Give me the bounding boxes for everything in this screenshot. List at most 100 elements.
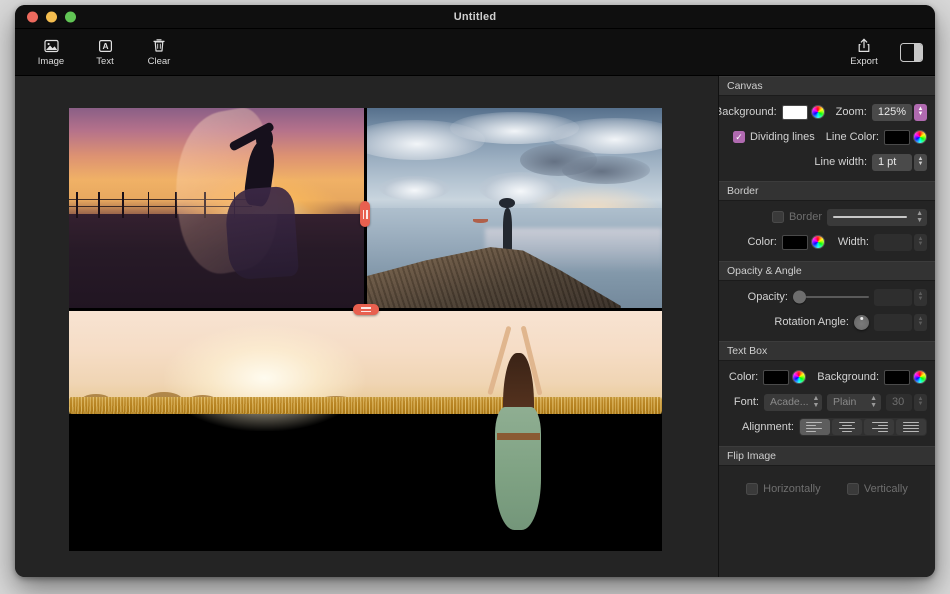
alignment-segmented-control [799, 418, 927, 436]
line-width-stepper-arrows[interactable]: ▲▼ [914, 154, 927, 171]
border-color-well[interactable] [782, 235, 825, 250]
canvas-section-header: Canvas [719, 76, 935, 96]
collage[interactable] [69, 108, 662, 551]
image-icon [44, 37, 59, 54]
font-size-stepper-arrows[interactable]: ▲▼ [914, 394, 927, 411]
flip-vertical-check-icon [847, 483, 859, 495]
window-title: Untitled [15, 11, 935, 23]
align-left-button[interactable] [800, 419, 830, 435]
background-color-well[interactable] [782, 105, 825, 120]
sunset-figure [222, 118, 299, 274]
text-button[interactable]: A Text [81, 35, 129, 69]
font-family-value: Acade... [770, 396, 809, 408]
font-row: Font: Acade... ▲▼ Plain ▲▼ 30 ▲▼ [727, 393, 927, 411]
font-style-popup[interactable]: Plain ▲▼ [827, 394, 881, 411]
opacity-angle-section-header: Opacity & Angle [719, 261, 935, 281]
text-color-wheel-icon[interactable] [792, 370, 806, 384]
window-body: Canvas Background: Zoom: 125% ▲▼ [15, 76, 935, 577]
border-style-popup[interactable]: ▲▼ [827, 209, 927, 226]
opacity-slider-knob[interactable] [793, 291, 806, 304]
border-width-stepper[interactable]: ▲▼ [874, 234, 927, 251]
background-color-swatch[interactable] [782, 105, 808, 120]
flip-vertical-label: Vertically [864, 483, 908, 495]
seascape-jetty-photo[interactable] [367, 108, 662, 308]
inspector-sidebar: Canvas Background: Zoom: 125% ▲▼ [718, 76, 935, 577]
align-justify-button[interactable] [896, 419, 926, 435]
flip-vertical-checkbox[interactable]: Vertically [847, 483, 908, 495]
canvas-area[interactable] [15, 76, 718, 577]
border-section-header: Border [719, 181, 935, 201]
border-check-icon [772, 211, 784, 223]
toolbar-right-group: Export [840, 35, 923, 69]
font-family-popup[interactable]: Acade... ▲▼ [764, 394, 822, 411]
dividing-lines-row: ✓ Dividing lines Line Color: [727, 128, 927, 146]
opacity-slider[interactable] [793, 290, 869, 304]
zoom-stepper[interactable]: 125% ▲▼ [872, 104, 927, 121]
text-button-label: Text [96, 56, 113, 67]
text-box-section-header: Text Box [719, 341, 935, 361]
image-button[interactable]: Image [27, 35, 75, 69]
align-center-button[interactable] [832, 419, 862, 435]
rotation-angle-stepper-arrows[interactable]: ▲▼ [914, 314, 927, 331]
line-width-label: Line width: [814, 156, 867, 168]
border-color-row: Color: Width: ▲▼ [727, 233, 927, 251]
canvas-background-row: Background: Zoom: 125% ▲▼ [727, 103, 927, 121]
border-color-wheel-icon[interactable] [811, 235, 825, 249]
text-color-swatch[interactable] [763, 370, 789, 385]
opacity-angle-section-body: Opacity: ▲▼ Rotation Angle: ▲ [719, 281, 935, 341]
align-right-button[interactable] [864, 419, 894, 435]
text-icon: A [98, 37, 113, 54]
toolbar-left-group: Image A Text [27, 35, 183, 69]
export-button[interactable]: Export [840, 35, 888, 69]
vertical-divider-handle[interactable] [360, 201, 370, 227]
rotation-angle-stepper[interactable]: ▲▼ [874, 314, 927, 331]
rotation-angle-row: Rotation Angle: ▲▼ [727, 313, 927, 331]
horizontal-divider-handle[interactable] [353, 304, 379, 315]
sidebar-toggle-icon[interactable] [900, 43, 923, 62]
text-background-swatch[interactable] [884, 370, 910, 385]
zoom-value[interactable]: 125% [872, 104, 912, 121]
sunset-artwork [69, 108, 364, 308]
line-color-well[interactable] [884, 130, 927, 145]
text-background-color-well[interactable] [884, 370, 927, 385]
line-color-wheel-icon[interactable] [913, 130, 927, 144]
rotation-angle-dial[interactable] [854, 315, 869, 330]
font-size-value[interactable]: 30 [886, 394, 912, 411]
color-wheel-icon[interactable] [811, 105, 825, 119]
opacity-value[interactable] [874, 289, 912, 306]
line-width-value[interactable]: 1 pt [872, 154, 912, 171]
flip-horizontal-checkbox[interactable]: Horizontally [746, 483, 820, 495]
trash-icon [152, 37, 166, 54]
border-checkbox[interactable]: Border [772, 211, 822, 223]
clear-button-label: Clear [148, 56, 171, 67]
wheat-field-photo[interactable] [69, 311, 662, 551]
title-bar: Untitled [15, 5, 935, 29]
border-color-label: Color: [747, 236, 776, 248]
text-background-wheel-icon[interactable] [913, 370, 927, 384]
zoom-stepper-arrows[interactable]: ▲▼ [914, 104, 927, 121]
flip-horizontal-check-icon [746, 483, 758, 495]
sunset-silhouette-photo[interactable] [69, 108, 364, 308]
sidebar-toggle-left [901, 44, 914, 61]
border-width-stepper-arrows[interactable]: ▲▼ [914, 234, 927, 251]
font-size-stepper[interactable]: 30 ▲▼ [886, 394, 927, 411]
opacity-stepper-arrows[interactable]: ▲▼ [914, 289, 927, 306]
border-color-swatch[interactable] [782, 235, 808, 250]
opacity-row: Opacity: ▲▼ [727, 288, 927, 306]
share-icon [857, 37, 871, 54]
text-color-well[interactable] [763, 370, 806, 385]
clear-button[interactable]: Clear [135, 35, 183, 69]
border-width-value[interactable] [874, 234, 912, 251]
app-window: Untitled Image A [15, 5, 935, 577]
seascape-person [503, 208, 512, 252]
dividing-lines-label: Dividing lines [750, 131, 815, 143]
dividing-lines-checkbox[interactable]: ✓ Dividing lines [733, 131, 815, 143]
line-color-swatch[interactable] [884, 130, 910, 145]
rotation-angle-value[interactable] [874, 314, 912, 331]
wheat-sun [164, 325, 366, 431]
opacity-stepper[interactable]: ▲▼ [874, 289, 927, 306]
rotation-angle-label: Rotation Angle: [774, 316, 849, 328]
dividing-lines-check-icon: ✓ [733, 131, 745, 143]
line-width-stepper[interactable]: 1 pt ▲▼ [872, 154, 927, 171]
text-color-row: Color: Background: [727, 368, 927, 386]
